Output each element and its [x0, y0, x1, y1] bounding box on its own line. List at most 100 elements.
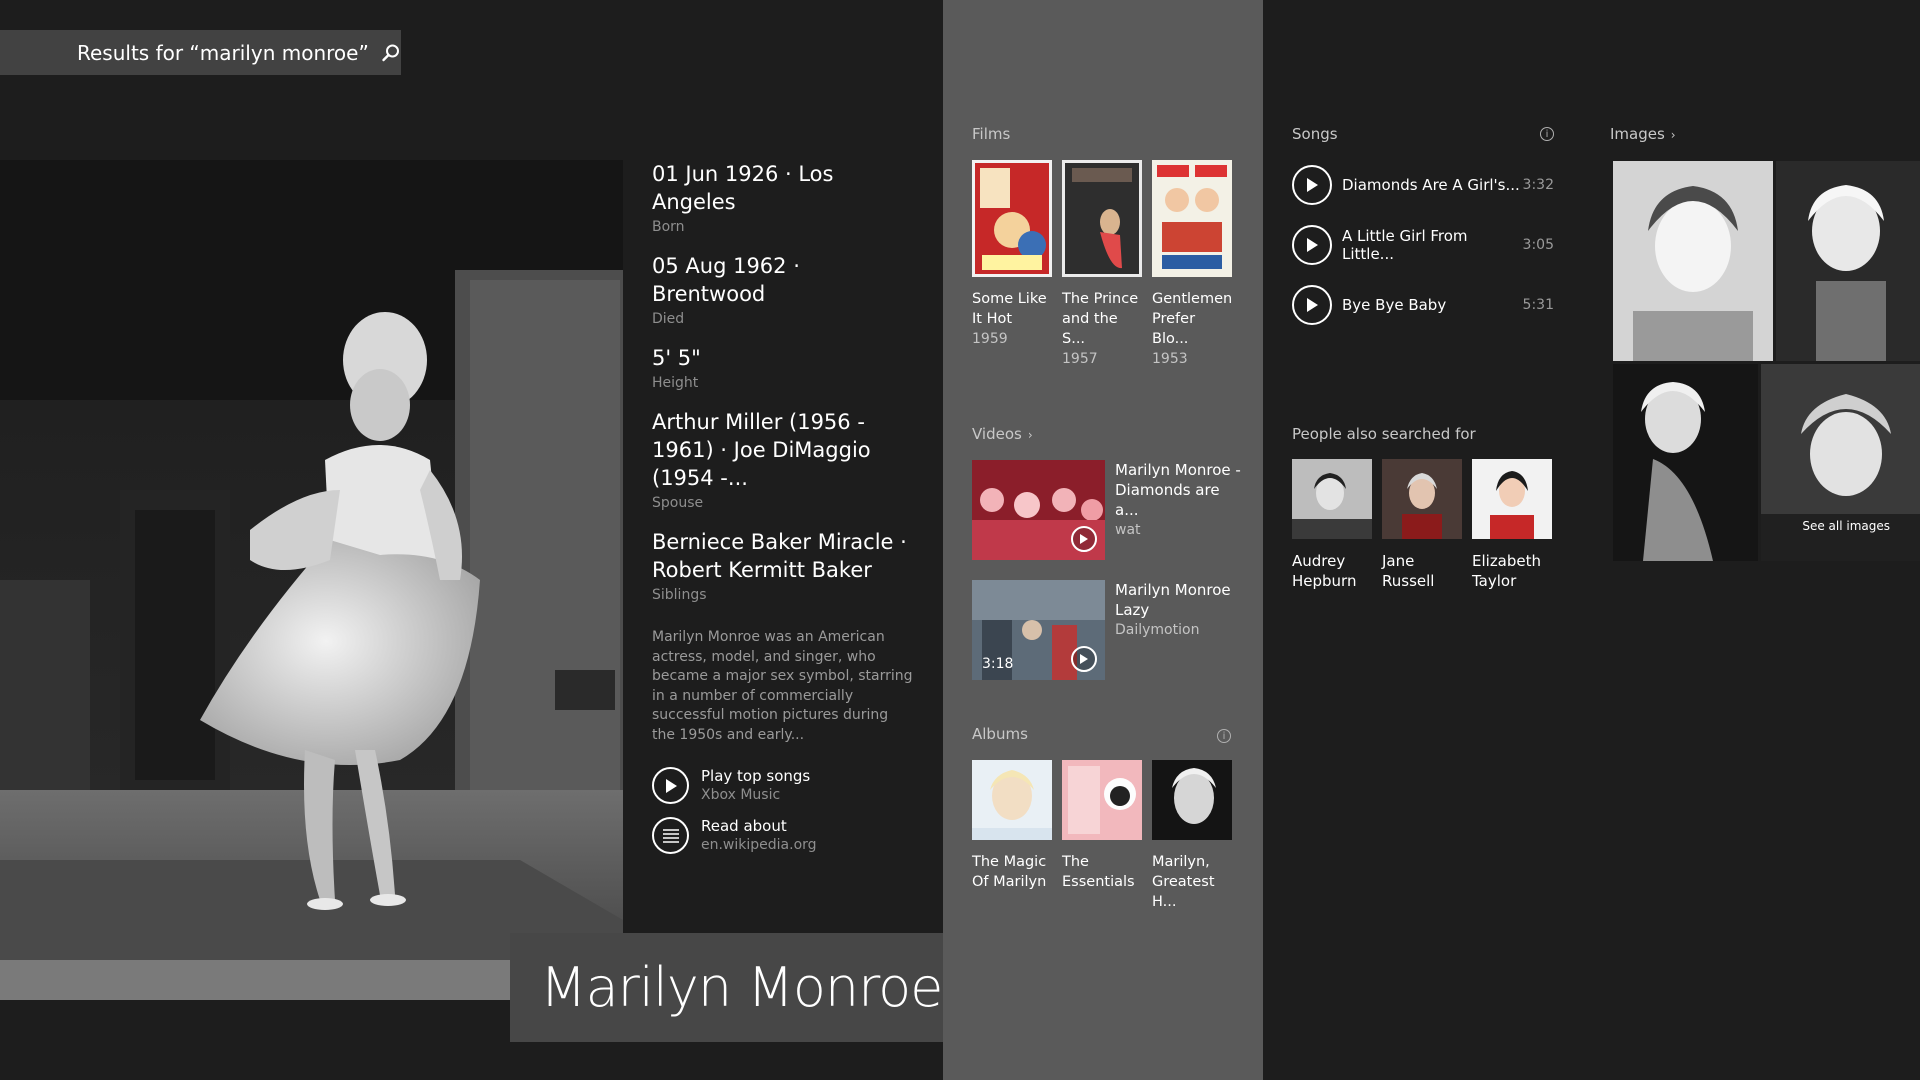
fact-siblings: Berniece Baker Miracle · Robert Kermitt …: [652, 528, 912, 606]
songs-section-title: Songs: [1292, 125, 1338, 143]
see-all-images-link[interactable]: See all images: [1802, 519, 1890, 533]
film-poster[interactable]: [1062, 160, 1142, 277]
fact-value: Arthur Miller (1956 - 1961) · Joe DiMagg…: [652, 410, 871, 490]
fact-label: Siblings: [652, 587, 707, 603]
play-icon[interactable]: [1071, 526, 1097, 552]
song-item[interactable]: Bye Bye Baby 5:31: [1292, 275, 1554, 335]
chevron-right-icon[interactable]: ›: [1028, 428, 1033, 442]
film-title[interactable]: The Prince and the S...: [1062, 289, 1142, 349]
fact-value: 05 Aug 1962 · Brentwood: [652, 254, 800, 306]
film-title[interactable]: Gentlemen Prefer Blo...: [1152, 289, 1232, 349]
action-title[interactable]: Play top songs: [701, 767, 810, 786]
song-title[interactable]: A Little Girl From Little...: [1342, 227, 1523, 263]
people-section-title: People also searched for: [1292, 425, 1476, 443]
entity-name: Marilyn Monroe: [540, 956, 943, 1019]
video-thumbnail[interactable]: [972, 460, 1105, 560]
films-section-title: Films: [972, 125, 1011, 143]
play-icon[interactable]: [1292, 285, 1332, 325]
person-name[interactable]: Jane Russell: [1382, 551, 1462, 591]
album-tile[interactable]: Marilyn, Greatest H...: [1152, 760, 1232, 912]
videos-section-title[interactable]: Videos: [972, 425, 1022, 443]
images-section-header[interactable]: Images ›: [1610, 125, 1920, 143]
album-tile[interactable]: The Essentials: [1062, 760, 1142, 912]
fact-label: Height: [652, 375, 699, 391]
video-item[interactable]: Marilyn Monroe - Diamonds are a... wat: [972, 460, 1242, 560]
person-photo[interactable]: [1382, 459, 1462, 539]
image-tile[interactable]: [1613, 161, 1773, 361]
video-title[interactable]: Marilyn Monroe - Diamonds are a...: [1115, 460, 1242, 520]
film-tile[interactable]: Gentlemen Prefer Blo... 1953: [1152, 160, 1232, 369]
fact-label: Born: [652, 219, 685, 235]
fact-spouse: Arthur Miller (1956 - 1961) · Joe DiMagg…: [652, 408, 912, 514]
play-icon[interactable]: [1071, 646, 1097, 672]
fact-label: Spouse: [652, 495, 704, 511]
video-item[interactable]: 3:18 Marilyn Monroe Lazy Dailymotion: [972, 580, 1242, 680]
film-year: 1953: [1152, 351, 1188, 367]
film-tile[interactable]: The Prince and the S... 1957: [1062, 160, 1142, 369]
entity-description: Marilyn Monroe was an American actress, …: [652, 629, 913, 743]
person-name[interactable]: Audrey Hepburn: [1292, 551, 1372, 591]
song-item[interactable]: Diamonds Are A Girl's... 3:32: [1292, 155, 1554, 215]
hero-photo: [0, 160, 623, 1000]
album-title[interactable]: The Magic Of Marilyn: [972, 852, 1052, 892]
song-title[interactable]: Bye Bye Baby: [1342, 296, 1523, 314]
entity-title-box: Marilyn Monroe: [510, 933, 943, 1042]
video-source: Dailymotion: [1115, 622, 1200, 638]
fact-height: 5' 5" Height: [652, 344, 912, 394]
play-icon[interactable]: [1292, 225, 1332, 265]
album-title[interactable]: The Essentials: [1062, 852, 1142, 892]
search-icon[interactable]: [381, 43, 401, 63]
action-title[interactable]: Read about: [701, 817, 817, 836]
media-panel: Films Some Like It Hot 1959 The Prince a…: [943, 0, 1263, 1080]
video-title[interactable]: Marilyn Monroe Lazy: [1115, 580, 1242, 620]
person-photo[interactable]: [1472, 459, 1552, 539]
images-section-title[interactable]: Images: [1610, 125, 1665, 143]
albums-row: The Magic Of Marilyn The Essentials Mari…: [972, 760, 1232, 912]
person-tile[interactable]: Elizabeth Taylor: [1472, 459, 1552, 591]
article-icon[interactable]: [652, 817, 689, 854]
person-name[interactable]: Elizabeth Taylor: [1472, 551, 1552, 591]
fact-value: 01 Jun 1926 · Los Angeles: [652, 162, 834, 214]
person-tile[interactable]: Audrey Hepburn: [1292, 459, 1372, 591]
image-tile[interactable]: [1776, 161, 1920, 361]
song-duration: 3:32: [1522, 177, 1554, 193]
action-subtitle: Xbox Music: [701, 787, 781, 803]
fact-died: 05 Aug 1962 · Brentwood Died: [652, 252, 912, 330]
videos-section-header[interactable]: Videos ›: [972, 425, 1033, 443]
album-title[interactable]: Marilyn, Greatest H...: [1152, 852, 1232, 912]
chevron-right-icon[interactable]: ›: [1671, 128, 1676, 142]
album-cover[interactable]: [1062, 760, 1142, 840]
fact-value: Berniece Baker Miracle · Robert Kermitt …: [652, 530, 907, 582]
films-row: Some Like It Hot 1959 The Prince and the…: [972, 160, 1232, 369]
fact-label: Died: [652, 311, 685, 327]
song-title[interactable]: Diamonds Are A Girl's...: [1342, 176, 1523, 194]
person-photo[interactable]: [1292, 459, 1372, 539]
image-tile[interactable]: [1613, 364, 1758, 561]
album-tile[interactable]: The Magic Of Marilyn: [972, 760, 1052, 912]
play-icon[interactable]: [652, 767, 689, 804]
play-icon[interactable]: [1292, 165, 1332, 205]
action-subtitle: en.wikipedia.org: [701, 837, 817, 853]
person-tile[interactable]: Jane Russell: [1382, 459, 1462, 591]
film-year: 1959: [972, 331, 1008, 347]
image-tile[interactable]: See all images: [1761, 364, 1920, 561]
images-section: Images › See all images: [1610, 125, 1920, 581]
search-bar[interactable]: Results for “marilyn monroe”: [0, 30, 401, 75]
info-icon[interactable]: i: [1540, 127, 1554, 141]
film-year: 1957: [1062, 351, 1098, 367]
video-thumbnail[interactable]: 3:18: [972, 580, 1105, 680]
song-item[interactable]: A Little Girl From Little... 3:05: [1292, 215, 1554, 275]
album-cover[interactable]: [1152, 760, 1232, 840]
play-top-songs-action[interactable]: Play top songs Xbox Music: [652, 767, 912, 805]
album-cover[interactable]: [972, 760, 1052, 840]
info-icon[interactable]: i: [1217, 729, 1231, 743]
song-duration: 5:31: [1522, 297, 1554, 313]
film-title[interactable]: Some Like It Hot: [972, 289, 1052, 329]
film-poster[interactable]: [972, 160, 1052, 277]
fact-born: 01 Jun 1926 · Los Angeles Born: [652, 160, 912, 238]
entity-facts: 01 Jun 1926 · Los Angeles Born 05 Aug 19…: [652, 160, 913, 855]
read-about-action[interactable]: Read about en.wikipedia.org: [652, 817, 912, 855]
film-tile[interactable]: Some Like It Hot 1959: [972, 160, 1052, 369]
film-poster[interactable]: [1152, 160, 1232, 277]
video-duration: 3:18: [982, 656, 1014, 672]
